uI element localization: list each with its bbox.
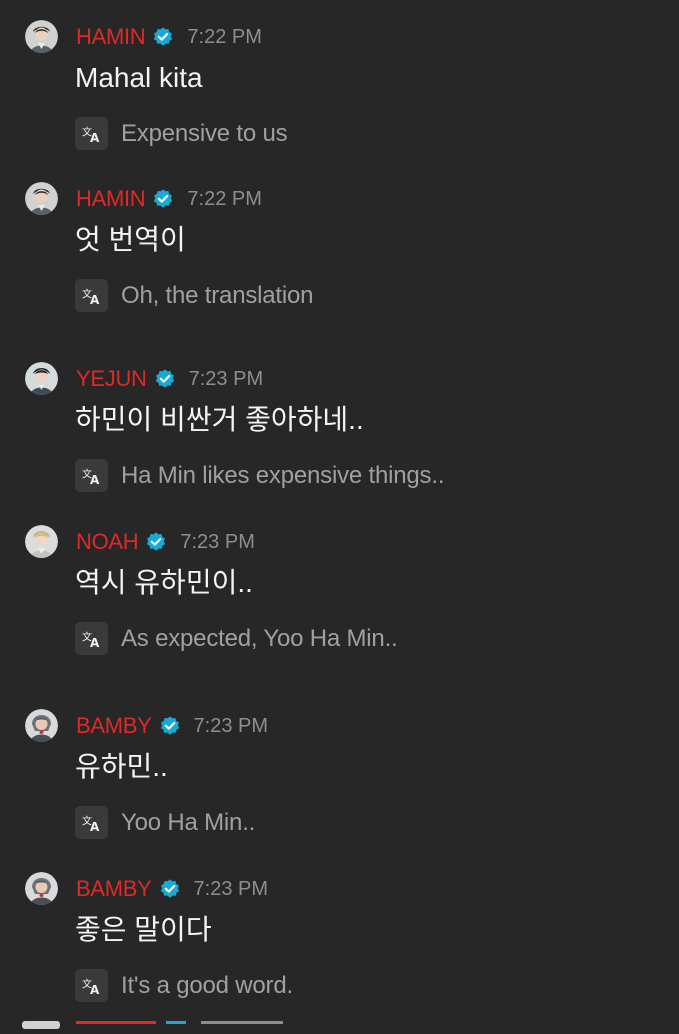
message-timestamp: 7:22 PM xyxy=(187,26,262,48)
translate-icon[interactable]: 文 A xyxy=(75,459,108,492)
translated-text: Ha Min likes expensive things.. xyxy=(121,462,445,489)
next-message-preview xyxy=(22,1016,342,1029)
message-text: 좋은 말이다 xyxy=(75,914,212,945)
translate-icon[interactable]: 文 A xyxy=(75,279,108,312)
user-avatar-icon[interactable] xyxy=(25,182,58,215)
message-timestamp: 7:23 PM xyxy=(193,715,269,737)
translation-row: 文 A Expensive to us xyxy=(75,117,288,150)
message-text: Mahal kita xyxy=(75,62,203,93)
svg-text:A: A xyxy=(90,293,100,307)
chat-message-feed: HAMIN 7:22 PM Mahal kita 文 A Expensive t… xyxy=(0,0,679,1029)
message-timestamp: 7:22 PM xyxy=(187,188,262,210)
username[interactable]: BAMBY xyxy=(76,713,152,739)
translation-row: 文 A Oh, the translation xyxy=(75,279,314,312)
message-header: YEJUN 7:23 PM xyxy=(76,366,263,392)
message-header: HAMIN 7:22 PM xyxy=(76,186,262,212)
user-avatar-icon[interactable] xyxy=(25,20,58,53)
svg-text:A: A xyxy=(90,983,100,997)
message-text: 유하민.. xyxy=(75,751,168,782)
message-timestamp: 7:23 PM xyxy=(193,878,269,900)
message-timestamp: 7:23 PM xyxy=(188,368,264,390)
verified-badge-icon xyxy=(159,878,181,900)
message-header: BAMBY 7:23 PM xyxy=(76,713,268,739)
svg-text:A: A xyxy=(90,820,100,834)
message-header: HAMIN 7:22 PM xyxy=(76,24,262,50)
message-text: 하민이 비싼거 좋아하네.. xyxy=(75,404,364,435)
translated-text: It's a good word. xyxy=(121,972,293,999)
svg-text:A: A xyxy=(90,636,100,650)
username[interactable]: BAMBY xyxy=(76,876,152,902)
translated-text: Expensive to us xyxy=(121,120,288,147)
username[interactable]: HAMIN xyxy=(76,186,146,212)
verified-badge-icon xyxy=(152,26,174,48)
username[interactable]: YEJUN xyxy=(76,366,147,392)
translation-row: 文 A Ha Min likes expensive things.. xyxy=(75,459,444,492)
translate-icon[interactable]: 文 A xyxy=(75,806,108,839)
translation-row: 文 A As expected, Yoo Ha Min.. xyxy=(75,622,398,655)
message-text: 역시 유하민이.. xyxy=(75,567,253,598)
user-avatar-icon[interactable] xyxy=(25,872,58,905)
user-avatar-icon[interactable] xyxy=(25,525,58,558)
user-avatar-icon[interactable] xyxy=(25,709,58,742)
user-avatar-icon[interactable] xyxy=(25,362,58,395)
verified-badge-icon xyxy=(159,715,181,737)
translation-row: 文 A It's a good word. xyxy=(75,969,293,1002)
verified-badge-icon xyxy=(154,368,176,390)
translation-row: 文 A Yoo Ha Min.. xyxy=(75,806,255,839)
message-header: BAMBY 7:23 PM xyxy=(76,876,268,902)
translate-icon[interactable]: 文 A xyxy=(75,622,108,655)
translated-text: Yoo Ha Min.. xyxy=(121,809,256,836)
verified-badge-icon xyxy=(152,188,174,210)
translated-text: As expected, Yoo Ha Min.. xyxy=(121,625,398,652)
username[interactable]: HAMIN xyxy=(76,24,146,50)
message-header: NOAH 7:23 PM xyxy=(76,529,255,555)
message-timestamp: 7:23 PM xyxy=(180,531,255,553)
svg-text:A: A xyxy=(90,131,100,145)
message-text: 엇 번역이 xyxy=(75,224,186,255)
svg-text:A: A xyxy=(90,473,100,487)
translate-icon[interactable]: 文 A xyxy=(75,969,108,1002)
translated-text: Oh, the translation xyxy=(121,282,314,309)
username[interactable]: NOAH xyxy=(76,529,139,555)
verified-badge-icon xyxy=(145,531,167,553)
translate-icon[interactable]: 文 A xyxy=(75,117,108,150)
